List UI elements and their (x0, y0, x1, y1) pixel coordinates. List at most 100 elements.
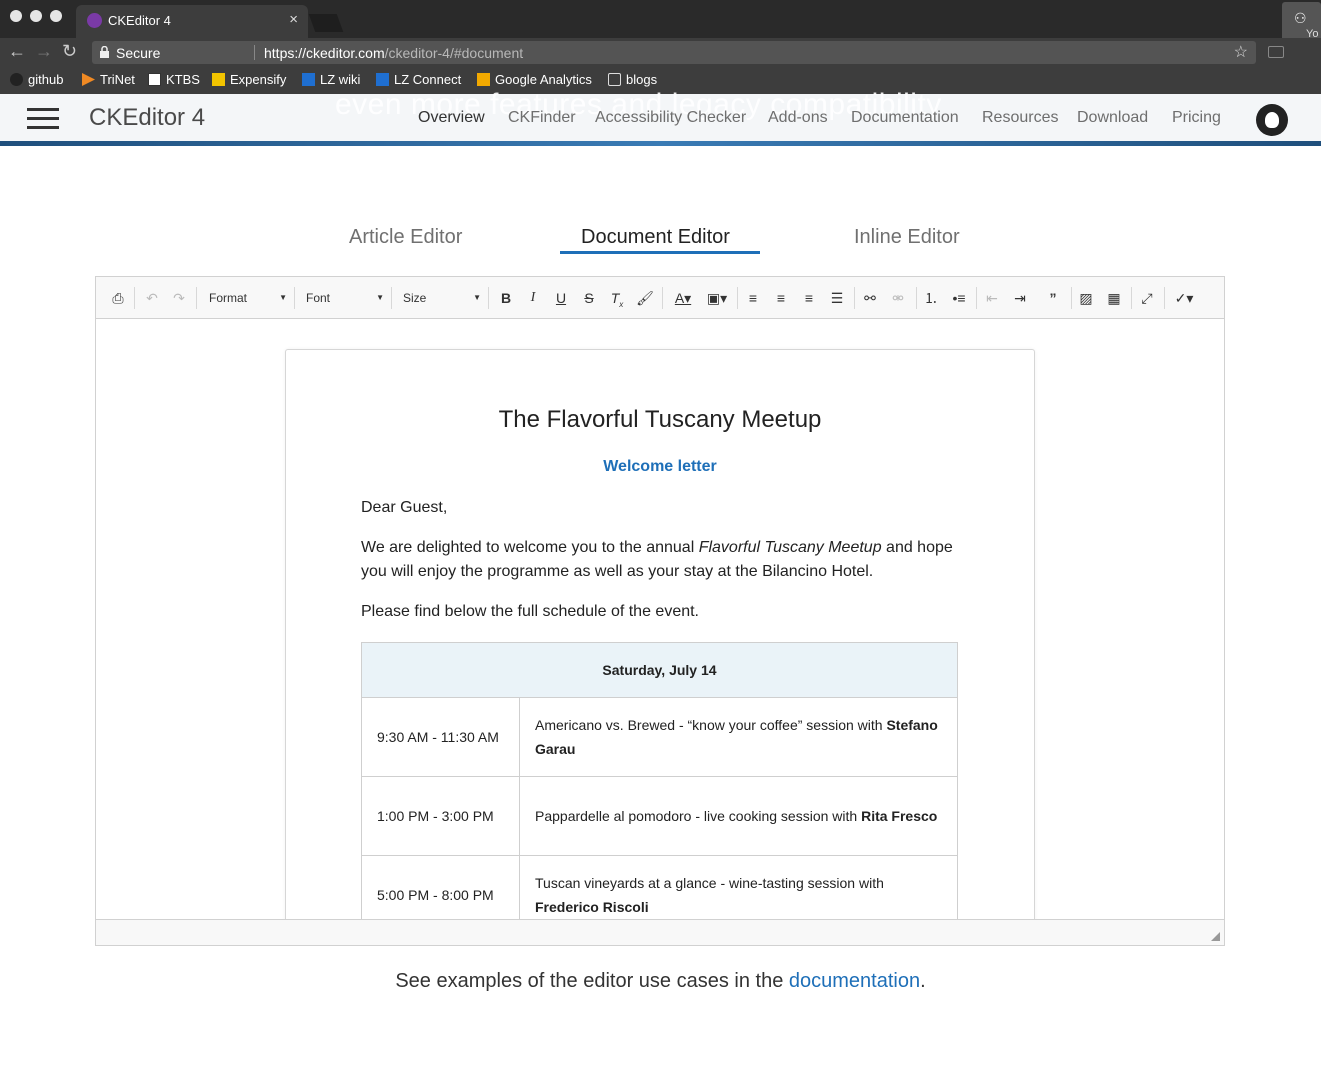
bookmark-github[interactable]: github (10, 72, 63, 87)
zoom-window-icon[interactable] (50, 10, 62, 22)
spellcheck-icon[interactable]: ✓▾ (1171, 289, 1197, 307)
resize-handle[interactable] (1211, 932, 1220, 941)
schedule-time[interactable]: 5:00 PM - 8:00 PM (361, 855, 520, 919)
bookmark-trinet[interactable]: TriNet (82, 72, 135, 87)
schedule-description[interactable]: Tuscan vineyards at a glance - wine-tast… (519, 855, 958, 919)
table-icon[interactable]: ▦ (1104, 289, 1124, 307)
justify-icon[interactable]: ☰ (827, 289, 847, 307)
bookmark-star-icon[interactable]: ☆ (1234, 42, 1248, 62)
document-subtitle[interactable]: Welcome letter (286, 458, 1034, 476)
greeting-paragraph[interactable]: Dear Guest, (361, 496, 961, 520)
lz-connect-icon (376, 73, 389, 86)
chevron-down-icon: ▼ (473, 293, 481, 302)
nav-add-ons[interactable]: Add-ons (768, 109, 828, 127)
bookmark-google-analytics[interactable]: Google Analytics (477, 72, 592, 87)
document-title[interactable]: The Flavorful Tuscany Meetup (286, 406, 1034, 434)
remove-format-icon[interactable]: Tx (607, 289, 627, 309)
underline-icon[interactable]: U (551, 289, 571, 307)
forward-icon[interactable]: → (35, 41, 53, 62)
tab-close-icon[interactable]: × (289, 11, 298, 28)
back-icon[interactable]: ← (8, 41, 26, 62)
footer-text: See examples of the editor use cases in … (395, 970, 926, 992)
redo-icon[interactable]: ↷ (169, 289, 189, 307)
font-dropdown[interactable]: Font ▼ (306, 287, 384, 309)
print-icon[interactable]: ⎙ (108, 289, 128, 307)
trinet-icon (82, 73, 95, 86)
chevron-down-icon: ▼ (279, 293, 287, 302)
editor-content-area[interactable]: The Flavorful Tuscany Meetup Welcome let… (96, 319, 1224, 919)
chevron-down-icon: ▼ (376, 293, 384, 302)
schedule-description[interactable]: Pappardelle al pomodoro - live cooking s… (519, 776, 958, 856)
align-left-icon[interactable]: ≡ (743, 289, 763, 307)
size-dropdown[interactable]: Size ▼ (403, 287, 481, 309)
close-window-icon[interactable] (10, 10, 22, 22)
bold-icon[interactable]: B (496, 289, 516, 307)
bookmark-blogs[interactable]: blogs (608, 72, 657, 87)
format-dropdown[interactable]: Format ▼ (209, 287, 287, 309)
table-row[interactable]: 5:00 PM - 8:00 PM Tuscan vineyards at a … (361, 855, 958, 919)
folder-icon (608, 73, 621, 86)
italic-icon[interactable]: I (523, 289, 543, 307)
bookmark-lz-connect[interactable]: LZ Connect (376, 72, 461, 87)
tab-document-editor[interactable]: Document Editor (581, 226, 730, 249)
reload-icon[interactable]: ↻ (62, 41, 77, 62)
address-bar[interactable]: Secure https://ckeditor.com/ckeditor-4/#… (92, 41, 1256, 64)
table-row[interactable]: 9:30 AM - 11:30 AM Americano vs. Brewed … (361, 697, 958, 777)
text-color-icon[interactable]: A▾ (670, 289, 696, 307)
nav-accessibility-checker[interactable]: Accessibility Checker (595, 109, 746, 127)
schedule-time[interactable]: 1:00 PM - 3:00 PM (361, 776, 520, 856)
bookmark-expensify[interactable]: Expensify (212, 72, 286, 87)
nav-accent-stripe (0, 141, 1321, 146)
intro-paragraph[interactable]: We are delighted to welcome you to the a… (361, 536, 961, 584)
link-icon[interactable]: ⚯ (860, 289, 880, 307)
strikethrough-icon[interactable]: S (579, 289, 599, 307)
schedule-intro-paragraph[interactable]: Please find below the full schedule of t… (361, 600, 961, 624)
nav-pricing[interactable]: Pricing (1172, 109, 1221, 127)
indent-icon[interactable]: ⇥ (1010, 289, 1030, 307)
outdent-icon[interactable]: ⇤ (982, 289, 1002, 307)
minimize-window-icon[interactable] (30, 10, 42, 22)
nav-resources[interactable]: Resources (982, 109, 1058, 127)
schedule-time[interactable]: 9:30 AM - 11:30 AM (361, 697, 520, 777)
schedule-header[interactable]: Saturday, July 14 (361, 642, 958, 698)
menu-icon[interactable] (27, 108, 59, 130)
bookmark-lz-wiki[interactable]: LZ wiki (302, 72, 360, 87)
align-right-icon[interactable]: ≡ (799, 289, 819, 307)
cast-icon[interactable] (1268, 46, 1284, 58)
image-icon[interactable]: ▨ (1076, 289, 1096, 307)
lock-icon (100, 46, 109, 58)
bulleted-list-icon[interactable]: •≡ (949, 289, 969, 307)
new-tab-button[interactable] (308, 14, 344, 32)
github-icon[interactable] (1256, 104, 1288, 136)
nav-overview[interactable]: Overview (418, 109, 485, 127)
lz-wiki-icon (302, 73, 315, 86)
active-tab-indicator (560, 251, 760, 254)
copy-formatting-icon[interactable]: 🖌 (635, 289, 655, 307)
maximize-icon[interactable]: ⤢ (1137, 289, 1157, 307)
browser-tab[interactable]: CKEditor 4 × (76, 5, 308, 38)
nav-download[interactable]: Download (1077, 109, 1148, 127)
schedule-table[interactable]: Saturday, July 14 9:30 AM - 11:30 AM Ame… (361, 642, 958, 919)
numbered-list-icon[interactable]: ⒈ (921, 289, 941, 307)
tab-title: CKEditor 4 (108, 13, 171, 28)
bookmark-ktbs[interactable]: KTBS (148, 72, 200, 87)
tab-article-editor[interactable]: Article Editor (349, 226, 462, 249)
ckeditor: ⎙ ↶ ↷ Format ▼ Font ▼ Size ▼ B I U S Tx 🖌 A… (95, 276, 1225, 946)
secure-label: Secure (116, 45, 161, 61)
nav-documentation[interactable]: Documentation (851, 109, 959, 127)
undo-icon[interactable]: ↶ (142, 289, 162, 307)
site-brand[interactable]: CKEditor 4 (89, 104, 205, 132)
nav-ckfinder[interactable]: CKFinder (508, 109, 576, 127)
schedule-description[interactable]: Americano vs. Brewed - “know your coffee… (519, 697, 958, 777)
tab-inline-editor[interactable]: Inline Editor (854, 226, 960, 249)
document-page[interactable]: The Flavorful Tuscany Meetup Welcome let… (285, 349, 1035, 919)
unlink-icon[interactable]: ⚮ (888, 289, 908, 307)
table-row[interactable]: 1:00 PM - 3:00 PM Pappardelle al pomodor… (361, 776, 958, 856)
documentation-link[interactable]: documentation (789, 970, 920, 992)
align-center-icon[interactable]: ≡ (771, 289, 791, 307)
url-path: /ckeditor-4/#document (384, 45, 524, 61)
background-color-icon[interactable]: ▣▾ (704, 289, 730, 307)
url-text[interactable]: https://ckeditor.com/ckeditor-4/#documen… (264, 45, 523, 61)
blockquote-icon[interactable]: ” (1043, 289, 1063, 307)
site-navbar: even more features and legacy compatibil… (0, 88, 1321, 146)
